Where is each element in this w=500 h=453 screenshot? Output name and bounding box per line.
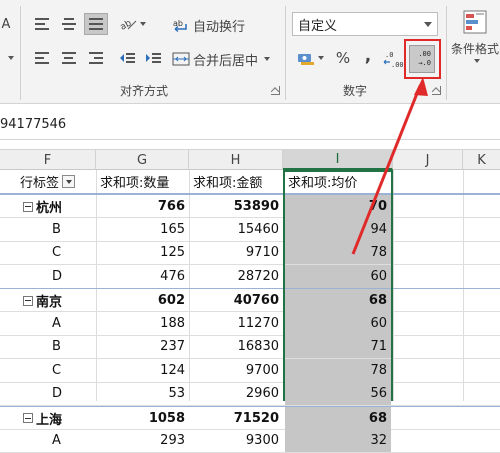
- pivot-group-row: 上海 1058 71520 68: [0, 405, 500, 430]
- qty-cell[interactable]: 1058: [97, 407, 189, 430]
- row-label-cell[interactable]: 上海: [23, 407, 96, 430]
- annotation-arrow: [351, 77, 428, 255]
- row-label-text: 上海: [36, 412, 63, 428]
- pivot-item-row: A 293 9300 32: [0, 429, 500, 453]
- row-label-text: A: [52, 433, 61, 448]
- row-label-cell[interactable]: A: [52, 429, 96, 452]
- amount-cell[interactable]: 71520: [190, 407, 283, 430]
- collapse-icon[interactable]: [23, 413, 33, 423]
- avg-cell[interactable]: 32: [285, 429, 391, 452]
- amount-cell[interactable]: 9300: [190, 429, 283, 452]
- avg-cell[interactable]: 68: [285, 406, 391, 430]
- qty-cell[interactable]: 293: [97, 429, 189, 452]
